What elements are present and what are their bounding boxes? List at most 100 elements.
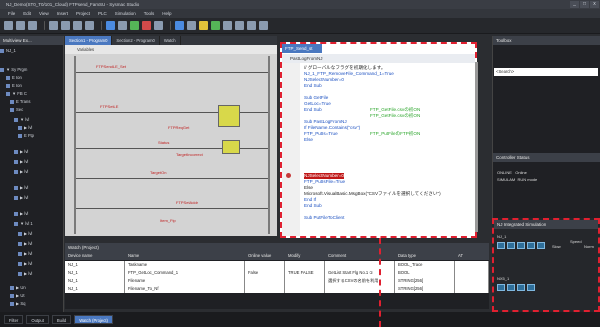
- tab-output[interactable]: Output: [26, 315, 49, 324]
- tree-item[interactable]: ▶ lvl: [0, 194, 64, 202]
- sim-run-button[interactable]: [497, 242, 505, 249]
- cut-icon[interactable]: [49, 21, 58, 30]
- search-icon[interactable]: [85, 21, 94, 30]
- tree-item[interactable]: ▶ lvl: [0, 124, 64, 132]
- play-icon[interactable]: [211, 21, 220, 30]
- folder-icon: [14, 185, 18, 190]
- tree-item[interactable]: ▶ Un: [0, 284, 64, 292]
- close-button[interactable]: x: [590, 1, 599, 8]
- filter-button[interactable]: Filter: [4, 315, 24, 324]
- sim-reset-button[interactable]: [537, 242, 545, 249]
- file-icon: [10, 99, 14, 104]
- tree-item[interactable]: ▶ lvl: [0, 270, 64, 278]
- menu-help[interactable]: Help: [158, 9, 175, 18]
- tree-item[interactable]: ▼ Sy Prgm: [0, 66, 64, 74]
- file-icon: [18, 231, 22, 236]
- maximize-button[interactable]: □: [580, 1, 589, 8]
- warning-icon[interactable]: [199, 21, 208, 30]
- tree-item[interactable]: ▶ lvl: [0, 148, 64, 156]
- table-row[interactable]: NJ_1 Filename 選択するCSVの名前を利用 STRING[256]: [65, 277, 489, 285]
- gear-icon[interactable]: [187, 21, 196, 30]
- redo-icon[interactable]: [28, 21, 37, 30]
- tree-item[interactable]: ▶ lvl: [0, 158, 64, 166]
- paste-icon[interactable]: [73, 21, 82, 30]
- tree-item[interactable]: ▶ lvl: [0, 168, 64, 176]
- multiview-explorer: Multiview Ex... NJ_1 ▼ Sy Prgm E Ion E I…: [0, 36, 64, 312]
- tab-build[interactable]: Build: [51, 315, 72, 324]
- function-block[interactable]: [218, 105, 240, 127]
- tab-watch[interactable]: Watch: [160, 36, 181, 45]
- tree-item[interactable]: E Ion: [0, 82, 64, 90]
- tree-item[interactable]: ▶ Sq: [0, 300, 64, 308]
- menu-tools[interactable]: Tools: [140, 9, 159, 18]
- file-icon: [18, 271, 22, 276]
- modify-buttons[interactable]: TRUE FALSE: [285, 269, 325, 277]
- tree-item[interactable]: ▼ FB C: [0, 90, 64, 98]
- sim-pause-button[interactable]: [507, 284, 515, 291]
- tree-item[interactable]: ▶ lvl: [0, 240, 64, 248]
- tree-item[interactable]: E Trans: [0, 98, 64, 106]
- tree-item[interactable]: ▶ lvl: [0, 260, 64, 268]
- tree-item[interactable]: E Ion: [0, 74, 64, 82]
- sim-step-button[interactable]: [517, 242, 525, 249]
- tree-item[interactable]: ▶ lvl: [0, 210, 64, 218]
- controller-status-title: Controller Status: [493, 153, 600, 162]
- stop-icon[interactable]: [142, 21, 151, 30]
- minimize-button[interactable]: _: [570, 1, 579, 8]
- tree-item[interactable]: ▼ lvl 1: [0, 220, 64, 228]
- menu-plc[interactable]: PLC: [94, 9, 111, 18]
- tree-item[interactable]: NJ_1: [0, 47, 64, 55]
- sim-stop-button[interactable]: [527, 242, 535, 249]
- tree-item[interactable]: ▼ lvl: [0, 116, 64, 124]
- code-line[interactable]: Microsoft.VisualBasic.MsgBox("CSVファイルを選択…: [304, 191, 441, 197]
- tree-item[interactable]: ▶ lvl: [0, 250, 64, 258]
- function-block[interactable]: [222, 140, 240, 154]
- st-editor[interactable]: FTP_Send_st PastLogFromNJ // グローバルなフラグを初…: [280, 42, 477, 238]
- undo-icon[interactable]: [16, 21, 25, 30]
- simulate-icon[interactable]: [175, 21, 184, 30]
- zoom-icon[interactable]: [154, 21, 163, 30]
- tree-item[interactable]: ▶ lvl: [0, 230, 64, 238]
- code-line[interactable]: End Sub: [304, 107, 322, 113]
- tab-watch-project[interactable]: Watch (Project): [74, 315, 113, 324]
- tree-item[interactable]: ▶ lvl: [0, 184, 64, 192]
- run-icon[interactable]: [130, 21, 139, 30]
- transfer-icon[interactable]: [118, 21, 127, 30]
- code-line[interactable]: End Sub: [304, 203, 322, 209]
- st-tab[interactable]: FTP_Send_st: [282, 44, 322, 53]
- watch-header: Device name Name Online value Modify Com…: [65, 252, 489, 260]
- tab-section2[interactable]: Section2 - Program0: [112, 36, 160, 45]
- menu-file[interactable]: File: [4, 9, 19, 18]
- tree-item[interactable]: Sec: [0, 106, 64, 114]
- toolbox-search-input[interactable]: <Search>: [494, 68, 598, 76]
- multiview-title: Multiview Ex...: [0, 36, 63, 45]
- menu-project[interactable]: Project: [72, 9, 94, 18]
- step-icon[interactable]: [235, 21, 244, 30]
- sim-step-button[interactable]: [517, 284, 525, 291]
- sim-pause-button[interactable]: [507, 242, 515, 249]
- save-icon[interactable]: [4, 21, 13, 30]
- tree-item[interactable]: E Ftp: [0, 132, 64, 140]
- copy-icon[interactable]: [61, 21, 70, 30]
- code-line[interactable]: Sub PutFileToClient: [304, 215, 344, 221]
- menu-edit[interactable]: Edit: [19, 9, 35, 18]
- tool-icon[interactable]: [259, 21, 268, 30]
- table-row[interactable]: NJ_1 Taskname BOOL_Trace: [65, 261, 489, 269]
- st-scrollbar[interactable]: [475, 62, 478, 232]
- menu-simulation[interactable]: Simulation: [111, 9, 140, 18]
- table-row[interactable]: NJ_1 Filename_To_Nf STRING[256]: [65, 285, 489, 293]
- pause-icon[interactable]: [223, 21, 232, 30]
- table-row[interactable]: NJ_1 FTP_GetLoc_Command_1 False TRUE FAL…: [65, 269, 489, 277]
- code-line[interactable]: Else: [304, 137, 313, 143]
- tool-icon[interactable]: [247, 21, 256, 30]
- tree-item[interactable]: ▶ Ut: [0, 292, 64, 300]
- menu-view[interactable]: View: [35, 9, 53, 18]
- tab-section1[interactable]: Section1 - Program0: [65, 36, 113, 45]
- toolbar-separator: [44, 21, 45, 30]
- sim-run-button[interactable]: [497, 284, 505, 291]
- code-line[interactable]: End Sub: [304, 83, 322, 89]
- online-icon[interactable]: [106, 21, 115, 30]
- breakpoint-icon[interactable]: [286, 173, 291, 178]
- menu-insert[interactable]: Insert: [53, 9, 72, 18]
- sim-stop-button[interactable]: [527, 284, 535, 291]
